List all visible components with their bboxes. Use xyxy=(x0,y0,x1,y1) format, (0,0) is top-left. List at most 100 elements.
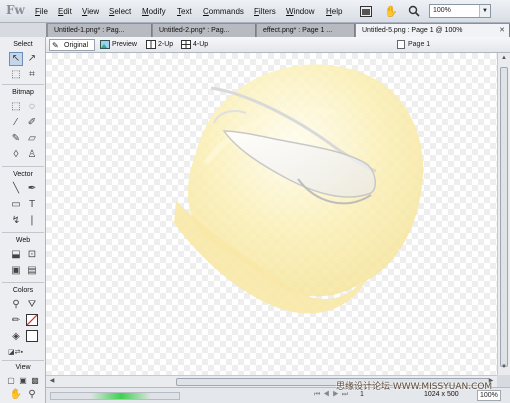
freeform-tool-icon[interactable]: ↯ xyxy=(9,214,23,228)
tools-section-colors: Colors xyxy=(12,287,34,294)
pencil-tool-icon[interactable]: ✎ xyxy=(9,132,23,146)
tools-section-vector: Vector xyxy=(13,171,33,178)
menu-view[interactable]: View xyxy=(82,7,99,16)
pencil-icon: ✎ xyxy=(52,41,59,50)
knife-tool-icon[interactable]: ❘ xyxy=(25,214,39,228)
four-up-icon xyxy=(181,40,191,49)
tools-section-select: Select xyxy=(13,41,33,48)
page-icon xyxy=(397,39,405,49)
magic-wand-tool-icon[interactable]: ⁄ xyxy=(9,116,23,130)
tab-untitled-1[interactable]: Untitled-1.png* : Pag... xyxy=(48,24,152,37)
menu-commands[interactable]: Commands xyxy=(203,7,244,16)
paint-bucket-tool-icon[interactable]: ⛛ xyxy=(25,298,39,312)
frame-nav-icons[interactable]: ⏮◀▶⏭ xyxy=(314,391,351,399)
menu-file[interactable]: File xyxy=(35,7,48,16)
original-label: Original xyxy=(64,42,89,49)
vertical-scrollbar[interactable]: ▲ ▼ xyxy=(497,53,510,375)
rectangle-tool-icon[interactable]: ▭ xyxy=(9,198,23,212)
four-up-view-button[interactable]: 4-Up xyxy=(179,39,211,51)
text-tool-icon[interactable]: T xyxy=(25,198,39,212)
frame-number: 1 xyxy=(360,391,364,398)
lasso-tool-icon[interactable]: ◌ xyxy=(25,100,39,114)
vertical-scroll-thumb[interactable] xyxy=(500,67,508,367)
tab-label: Untitled-1.png* : Pag... xyxy=(54,27,125,34)
scroll-left-icon[interactable]: ◀ xyxy=(47,376,57,387)
slice-tool-icon[interactable]: ⊡ xyxy=(25,248,39,262)
menu-help[interactable]: Help xyxy=(326,7,342,16)
close-icon[interactable]: ✕ xyxy=(499,24,505,37)
page-label: Page 1 xyxy=(408,41,431,48)
two-up-label: 2-Up xyxy=(158,41,174,48)
chevron-down-icon: ▼ xyxy=(479,5,490,17)
two-up-icon xyxy=(146,40,156,49)
divider xyxy=(2,166,44,167)
hotspot-tool-icon[interactable]: ⬓ xyxy=(9,248,23,262)
divider xyxy=(2,232,44,233)
menu-modify[interactable]: Modify xyxy=(142,7,166,16)
menu-window[interactable]: Window xyxy=(286,7,314,16)
menu-bar: Fw File Edit View Select Modify Text Com… xyxy=(0,0,510,23)
stroke-swatch[interactable] xyxy=(25,314,39,328)
pointer-tool-icon[interactable]: ↖ xyxy=(9,52,23,66)
standard-screen-icon[interactable]: ▢ xyxy=(5,374,17,388)
menu-select[interactable]: Select xyxy=(109,7,131,16)
fill-color-icon[interactable]: ◈ xyxy=(9,330,23,344)
tab-label: effect.png* : Page 1 ... xyxy=(263,27,333,34)
marquee-tool-icon[interactable]: ⬚ xyxy=(9,100,23,114)
brush-tool-icon[interactable]: ✐ xyxy=(25,116,39,130)
menu-edit[interactable]: Edit xyxy=(58,7,72,16)
progress-fill xyxy=(91,393,152,399)
swap-colors-icon[interactable]: ◪⇄▪ xyxy=(8,346,23,360)
scroll-up-icon[interactable]: ▲ xyxy=(498,55,510,65)
divider xyxy=(2,360,44,361)
hand-tool-icon[interactable]: ✋ xyxy=(9,388,23,402)
menu-filters[interactable]: Filters xyxy=(254,7,276,16)
eyedropper-tool-icon[interactable]: ⚲ xyxy=(9,298,23,312)
zoom-dropdown[interactable]: 100% ▼ xyxy=(429,4,491,18)
show-slices-icon[interactable]: ▤ xyxy=(25,264,39,278)
zoom-value: 100% xyxy=(433,7,451,14)
tab-untitled-2[interactable]: Untitled-2.png* : Pag... xyxy=(153,24,256,37)
page-selector[interactable]: Page 1 xyxy=(397,39,430,51)
full-screen-icon[interactable]: ▩ xyxy=(29,374,41,388)
hide-slices-icon[interactable]: ▣ xyxy=(9,264,23,278)
fill-swatch[interactable] xyxy=(25,330,39,344)
menu-text[interactable]: Text xyxy=(177,7,192,16)
line-tool-icon[interactable]: ╲ xyxy=(9,182,23,196)
tools-section-view: View xyxy=(15,364,31,371)
layout-icon[interactable] xyxy=(358,3,374,19)
tools-section-web: Web xyxy=(15,237,31,244)
divider xyxy=(2,84,44,85)
maximized-screen-icon[interactable]: ▣ xyxy=(17,374,29,388)
zoom-tool-icon[interactable]: ⚲ xyxy=(25,388,39,402)
helmet-image xyxy=(174,64,424,314)
pen-tool-icon[interactable]: ✒ xyxy=(25,182,39,196)
crop-tool-icon[interactable]: ⌗ xyxy=(25,68,39,82)
progress-bar xyxy=(50,392,180,400)
subselect-tool-icon[interactable]: ↗ xyxy=(25,52,39,66)
tools-section-bitmap: Bitmap xyxy=(12,89,34,96)
view-bar: ✎ Original Preview 2-Up 4-Up Page 1 xyxy=(46,37,510,53)
scroll-down-icon[interactable]: ▼ xyxy=(498,364,510,374)
stroke-color-icon[interactable]: ✏ xyxy=(9,314,23,328)
hand-icon[interactable]: ✋ xyxy=(383,3,399,19)
preview-icon xyxy=(100,40,110,49)
rubber-stamp-tool-icon[interactable]: ♙ xyxy=(25,148,39,162)
watermark-text: 思缘设计论坛 WWW.MISSYUAN.COM xyxy=(336,382,493,392)
app-logo: Fw xyxy=(6,3,25,17)
tab-label: Untitled-5.png : Page 1 @ 100% xyxy=(362,27,463,34)
document-canvas[interactable] xyxy=(46,53,497,375)
original-view-button[interactable]: ✎ Original xyxy=(49,39,95,51)
document-tabs: Untitled-1.png* : Pag... Untitled-2.png*… xyxy=(46,23,510,37)
tools-panel: Select ↖ ↗ ⬚ ⌗ Bitmap ⬚ ◌ ⁄ ✐ ✎ ▱ ◊ ♙ Ve… xyxy=(0,37,46,403)
scale-tool-icon[interactable]: ⬚ xyxy=(9,68,23,82)
zoom-icon[interactable] xyxy=(406,3,422,19)
two-up-view-button[interactable]: 2-Up xyxy=(144,39,176,51)
preview-view-button[interactable]: Preview xyxy=(98,39,142,51)
tab-label: Untitled-2.png* : Pag... xyxy=(159,27,230,34)
tab-untitled-5[interactable]: Untitled-5.png : Page 1 @ 100% ✕ xyxy=(356,24,510,37)
tab-effect[interactable]: effect.png* : Page 1 ... xyxy=(257,24,355,37)
eraser-tool-icon[interactable]: ▱ xyxy=(25,132,39,146)
divider xyxy=(2,282,44,283)
blur-tool-icon[interactable]: ◊ xyxy=(9,148,23,162)
